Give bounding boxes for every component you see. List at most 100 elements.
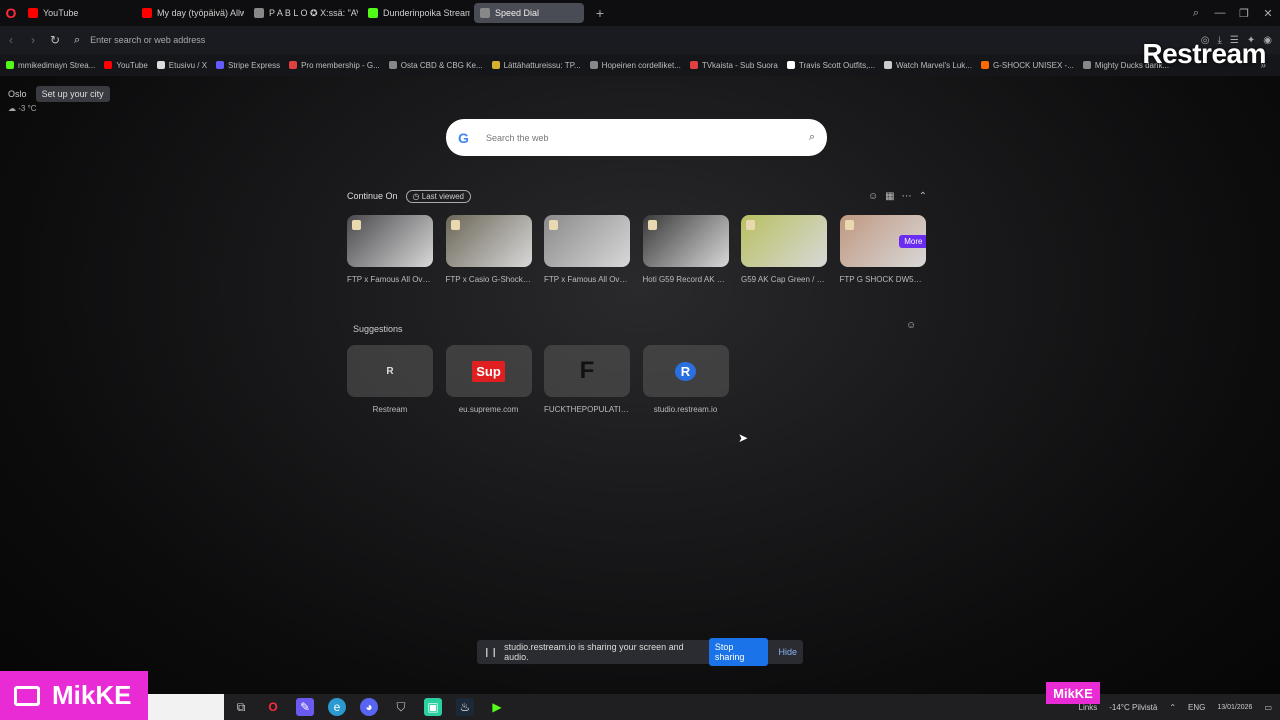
address-placeholder: Enter search or web address [90,35,206,45]
suggestion-thumbnail: Sup [445,345,532,397]
bookmark-favicon-icon [491,61,500,69]
tab-2[interactable]: P A B L O ✪ X:ssä: "AVERA [248,3,358,23]
bookmark-item[interactable]: mmikedimayn Strea... [6,61,95,70]
layout-icon[interactable]: ▦ [885,191,894,202]
bookmark-item[interactable]: Etusivu / X [156,61,207,70]
more-button[interactable]: More [899,235,926,248]
product-thumbnail [445,215,532,267]
close-button[interactable]: ✕ [1256,7,1280,20]
back-button[interactable]: ‹ [0,33,22,47]
bookmark-item[interactable]: Pro membership - G... [289,61,380,70]
weather-tray[interactable]: -14°C Pilvistä [1109,703,1157,712]
more-options-icon[interactable]: ⋯ [902,191,912,202]
bookmark-favicon-icon [980,61,989,69]
bookmark-favicon-icon [289,61,298,69]
notification-icon[interactable]: ▭ [1264,703,1272,712]
tile-label: FTP x Casio G-Shock G... [445,275,532,284]
bookmark-item[interactable]: Hopeinen cordelliket... [589,61,681,70]
streamer-name: MikKE [52,680,132,710]
bookmark-item[interactable]: G-SHOCK UNISEX -... [980,61,1074,70]
suggestion-thumbnail: R [642,345,729,397]
discord-icon[interactable]: ◕ [360,698,378,716]
continue-on-tile[interactable]: FTP x Famous All Over... [347,215,433,284]
weather-city: Oslo [8,89,27,99]
language-indicator[interactable]: ENG [1188,703,1205,712]
bookmark-item[interactable]: YouTube [104,61,148,70]
suggestion-label: Restream [372,405,408,414]
continue-on-tile[interactable]: G59 AK Cap Green / Bl... [741,215,827,284]
opera-menu-icon[interactable]: O [0,0,22,26]
tab-label: Dunderinpoika Stream - Y [383,8,470,18]
search-icon[interactable]: ⌕ [809,131,815,144]
suggestion-tile[interactable]: Rstudio.restream.io [642,345,729,414]
continue-on-tile[interactable]: Hoti G59 Record AK Lo... [642,215,729,284]
shopping-bag-icon [549,220,558,230]
clock-date[interactable]: 13/01/2026 [1217,704,1252,711]
chat-icon[interactable]: ▣ [424,698,442,716]
tab-3[interactable]: Dunderinpoika Stream - Y [362,3,470,23]
bookmark-item[interactable]: TVkaista - Sub Suora [689,60,778,70]
task-view-icon[interactable]: ⧉ [232,698,250,716]
tray-chevron-icon[interactable]: ⌃ [1169,703,1176,712]
tab-bar: O YouTube My day (työpäivä) Allwat P A B L… [0,0,1280,26]
stop-sharing-button[interactable]: Stop sharing [708,638,769,666]
bookmark-label: TVkaista - Sub Suora [701,60,778,70]
continue-on-tile[interactable]: FTP x Famous All Over... [544,215,630,284]
search-tabs-icon[interactable]: ⌕ [1184,7,1208,20]
shield-icon[interactable]: ⛉ [392,698,410,716]
bookmark-item[interactable]: Watch Marvel's Luk... [884,61,972,70]
shopping-bag-icon [647,220,657,230]
opera-icon[interactable]: O [264,698,282,716]
suggestion-logo-icon: F [579,357,595,384]
continue-on-tile[interactable]: More FTP G SHOCK DW5600... [839,215,926,284]
tile-label: FTP G SHOCK DW5600... [839,275,926,284]
bookmark-item[interactable]: Travis Scott Outfits,... [786,61,875,70]
tab-4[interactable]: Speed Dial [474,3,584,23]
suggestions-title: Suggestions [353,324,403,334]
maximize-button[interactable]: ❐ [1232,7,1256,20]
tab-1[interactable]: My day (työpäivä) Allwat [136,3,244,23]
suggestion-logo-icon: R [386,365,394,377]
tile-label: G59 AK Cap Green / Bl... [741,275,827,284]
reload-button[interactable]: ↻ [44,33,66,47]
taskbar-search[interactable] [148,694,224,720]
continue-on-header: Continue On ◷ Last viewed ☺ ▦ ⋯ ⌃ [347,189,927,203]
last-viewed-filter[interactable]: ◷ Last viewed [405,189,471,203]
bookmark-item[interactable]: Osta CBD & CBG Ke... [388,61,483,70]
last-viewed-label: Last viewed [421,191,464,201]
suggestion-tile[interactable]: Sup eu.supreme.com [445,345,532,414]
forward-button[interactable]: › [22,33,44,47]
product-thumbnail: More [839,215,926,267]
shopping-bag-icon [844,220,854,230]
weather-temp: ☁ -3 °C [8,104,37,113]
smiley-icon[interactable]: ☺ [868,191,878,202]
minimize-button[interactable]: — [1208,7,1232,19]
bookmark-item[interactable]: Stripe Express [216,61,280,70]
hide-button[interactable]: Hide [778,647,797,657]
bookmark-label: Lättähattureissu: TP... [503,60,581,70]
kick-icon[interactable]: ▶ [488,698,506,716]
restream-watermark: Restream [1142,38,1266,69]
bookmark-favicon-icon [388,61,397,69]
tab-0[interactable]: YouTube [22,3,132,23]
search-box[interactable]: G Search the web ⌕ [446,119,827,156]
new-tab-button[interactable]: + [592,5,608,21]
suggestion-tile[interactable]: F FUCKTHEPOPULATIO... [544,345,630,414]
tab-label: P A B L O ✪ X:ssä: "AVERA [269,7,358,18]
steam-icon[interactable]: ♨ [456,698,474,716]
address-input[interactable]: ⌕ Enter search or web address [74,29,774,51]
shopping-bag-icon [352,220,361,230]
paint-icon[interactable]: ✎ [296,698,314,716]
suggestion-tile[interactable]: R Restream [347,345,433,414]
share-message: studio.restream.io is sharing your scree… [504,642,684,662]
setup-city-button[interactable]: Set up your city [35,86,110,102]
bookmark-label: Stripe Express [228,60,281,70]
edge-icon[interactable]: e [328,698,346,716]
feedback-icon[interactable]: ☺ [906,320,916,331]
bookmark-favicon-icon [589,61,598,69]
bookmark-item[interactable]: Lättähattureissu: TP... [491,60,581,70]
product-thumbnail [347,215,433,267]
continue-on-tile[interactable]: FTP x Casio G-Shock G... [445,215,532,284]
tab-label: Speed Dial [495,8,540,18]
collapse-icon[interactable]: ⌃ [919,191,927,202]
